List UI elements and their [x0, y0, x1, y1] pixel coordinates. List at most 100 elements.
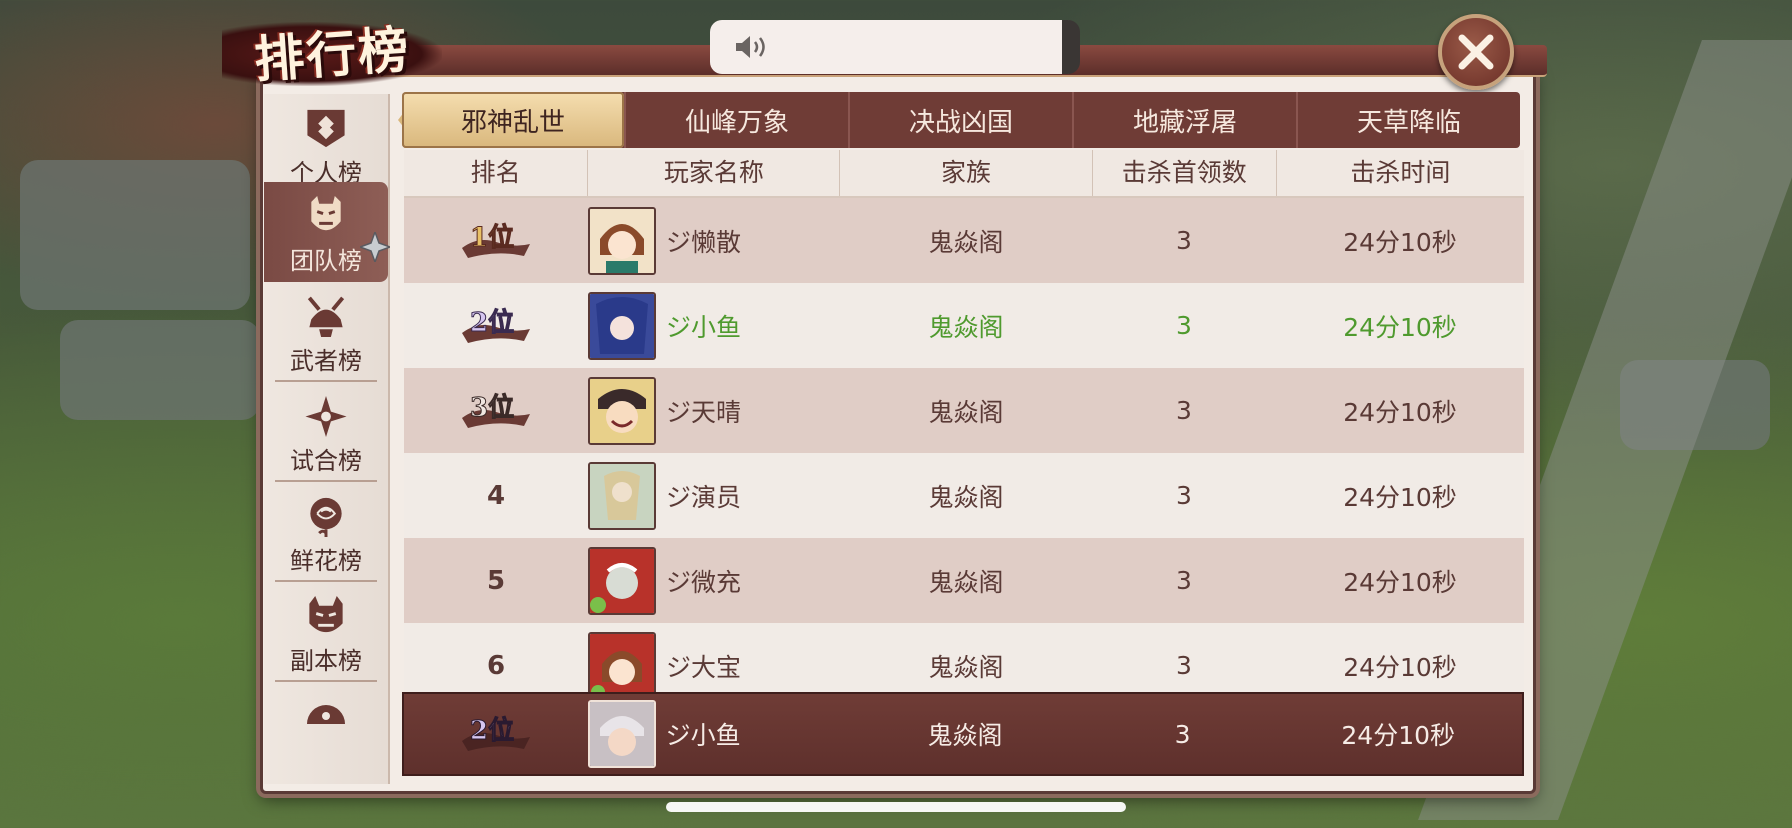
- table-row[interactable]: 2位 ジ小鱼 鬼焱阁 3 24分10秒: [404, 283, 1524, 368]
- header-boss-kills: 击杀首领数: [1093, 150, 1277, 196]
- header-player-name: 玩家名称: [588, 150, 841, 196]
- player-name-cell: ジ小鱼: [588, 291, 840, 360]
- family-cell: 鬼焱阁: [928, 567, 1004, 597]
- rank-cell: 6: [486, 650, 506, 681]
- shield-icon: [307, 109, 345, 148]
- family-cell: 鬼焱阁: [928, 312, 1004, 342]
- time-cell: 24分10秒: [1343, 397, 1457, 427]
- sidebar-item-personal[interactable]: 个人榜: [264, 94, 388, 194]
- time-cell: 24分10秒: [1341, 721, 1456, 750]
- player-name-cell: ジ大宝: [588, 631, 840, 700]
- header-rank: 排名: [404, 150, 589, 196]
- rank-cell: 4: [486, 480, 506, 511]
- player-avatar: [588, 546, 656, 615]
- tabs-right-cap: [1500, 94, 1520, 146]
- fan-icon: [307, 705, 345, 724]
- rank-badge-bronze: 3位: [462, 391, 530, 428]
- demon-mask-icon: [309, 595, 343, 633]
- rank-badge-silver: 2位: [461, 715, 530, 751]
- kills-cell: 3: [1176, 566, 1192, 595]
- sidebar-item-more[interactable]: [264, 682, 388, 782]
- rank-cell: 3位: [404, 386, 588, 436]
- player-name: ジ小鱼: [665, 721, 741, 750]
- samurai-helmet-icon: [307, 296, 345, 338]
- sidebar-item-flower[interactable]: 鲜花榜: [264, 482, 388, 582]
- shuriken-icon: [305, 395, 347, 438]
- family-cell: 鬼焱阁: [928, 652, 1004, 682]
- player-name: ジ小鱼: [666, 312, 742, 342]
- table-row[interactable]: 1位 ジ懒散 鬼焱阁 3 24分10秒: [404, 198, 1524, 283]
- player-avatar: [587, 700, 656, 768]
- rank-cell: 2位: [404, 709, 588, 759]
- player-name: ジ微充: [666, 567, 742, 597]
- speaker-icon: [736, 36, 765, 58]
- player-avatar: [588, 461, 656, 530]
- oni-mask-icon: [311, 195, 341, 231]
- selected-dart-icon: [360, 232, 390, 262]
- kills-cell: 3: [1176, 311, 1192, 340]
- time-cell: 24分10秒: [1343, 567, 1457, 597]
- tab-tiancao[interactable]: 天草降临: [1296, 92, 1520, 148]
- rank-cell: 5: [486, 565, 506, 596]
- close-button[interactable]: [1438, 14, 1514, 90]
- background-rock: [20, 160, 250, 310]
- family-cell: 鬼焱阁: [927, 721, 1003, 750]
- tab-xieshen[interactable]: 邪神乱世: [402, 92, 624, 148]
- tab-dizang[interactable]: 地藏浮屠: [1072, 92, 1296, 148]
- rank-badge-silver: 2位: [462, 306, 530, 343]
- sidebar-item-label: 鲜花榜: [275, 541, 377, 582]
- rank-text: 1位: [470, 222, 514, 253]
- header-kill-time: 击杀时间: [1350, 158, 1451, 187]
- player-name-cell: ジ懒散: [588, 206, 840, 275]
- leaderboard-tabs: 邪神乱世 仙峰万象 决战凶国 地藏浮屠 天草降临: [402, 92, 1520, 148]
- title-text: 排行榜: [252, 19, 413, 90]
- sidebar-item-warrior[interactable]: 武者榜: [264, 282, 388, 382]
- family-cell: 鬼焱阁: [928, 227, 1004, 257]
- sidebar-item-label: 试合榜: [275, 441, 377, 482]
- rank-cell: 2位: [404, 301, 588, 351]
- player-name-cell: ジ小鱼: [587, 700, 840, 768]
- table-header: 排名 玩家名称 家族 击杀首领数 击杀时间: [404, 150, 1524, 198]
- time-cell: 24分10秒: [1343, 312, 1457, 342]
- kills-cell: 3: [1176, 651, 1192, 680]
- family-cell: 鬼焱阁: [928, 482, 1004, 512]
- table-row[interactable]: 4 ジ演员 鬼焱阁 3 24分10秒: [404, 453, 1524, 538]
- kills-cell: 3: [1174, 719, 1191, 749]
- player-avatar: [588, 206, 656, 275]
- rank-cell: 1位: [404, 216, 588, 266]
- home-indicator[interactable]: [666, 802, 1126, 812]
- player-avatar: [588, 291, 656, 360]
- player-name: ジ天晴: [666, 397, 742, 427]
- time-cell: 24分10秒: [1343, 227, 1457, 257]
- player-name-cell: ジ演员: [588, 461, 840, 530]
- table-row[interactable]: 5 ジ微充 鬼焱阁 3 24分10秒: [404, 538, 1524, 623]
- rose-icon: [310, 497, 342, 538]
- sidebar-item-label: [275, 742, 377, 746]
- rank-text: 2位: [470, 715, 514, 746]
- kills-cell: 3: [1176, 396, 1192, 425]
- sidebar-item-dungeon[interactable]: 副本榜: [264, 582, 388, 682]
- player-avatar: [588, 376, 656, 445]
- table-row[interactable]: 3位 ジ天晴 鬼焱阁 3 24分10秒: [404, 368, 1524, 453]
- player-name: ジ演员: [666, 482, 742, 512]
- ranking-table: 排名 玩家名称 家族 击杀首领数 击杀时间 1位 ジ懒散 鬼焱阁 3 24分10…: [404, 150, 1524, 708]
- player-name-cell: ジ微充: [588, 546, 840, 615]
- category-sidebar: 个人榜 团队榜 武者榜 试合榜 鲜花榜 副本榜: [264, 94, 390, 784]
- time-cell: 24分10秒: [1343, 652, 1457, 682]
- family-cell: 鬼焱阁: [928, 397, 1004, 427]
- close-icon: [1458, 34, 1494, 70]
- kills-cell: 3: [1176, 481, 1192, 510]
- time-cell: 24分10秒: [1343, 482, 1457, 512]
- sidebar-item-label: 武者榜: [275, 341, 377, 382]
- background-rock: [60, 320, 260, 420]
- rank-badge-gold: 1位: [462, 221, 530, 258]
- player-name: ジ懒散: [666, 227, 742, 257]
- player-name: ジ大宝: [666, 652, 742, 682]
- kills-cell: 3: [1176, 226, 1192, 255]
- rank-text: 3位: [470, 392, 514, 423]
- broadcast-notice[interactable]: [710, 20, 1080, 74]
- sidebar-item-match[interactable]: 试合榜: [264, 382, 388, 482]
- tab-juezhan[interactable]: 决战凶国: [848, 92, 1072, 148]
- tab-xianfeng[interactable]: 仙峰万象: [624, 92, 848, 148]
- my-ranking-row[interactable]: 2位 ジ小鱼 鬼焱阁 3 24分10秒: [402, 692, 1524, 776]
